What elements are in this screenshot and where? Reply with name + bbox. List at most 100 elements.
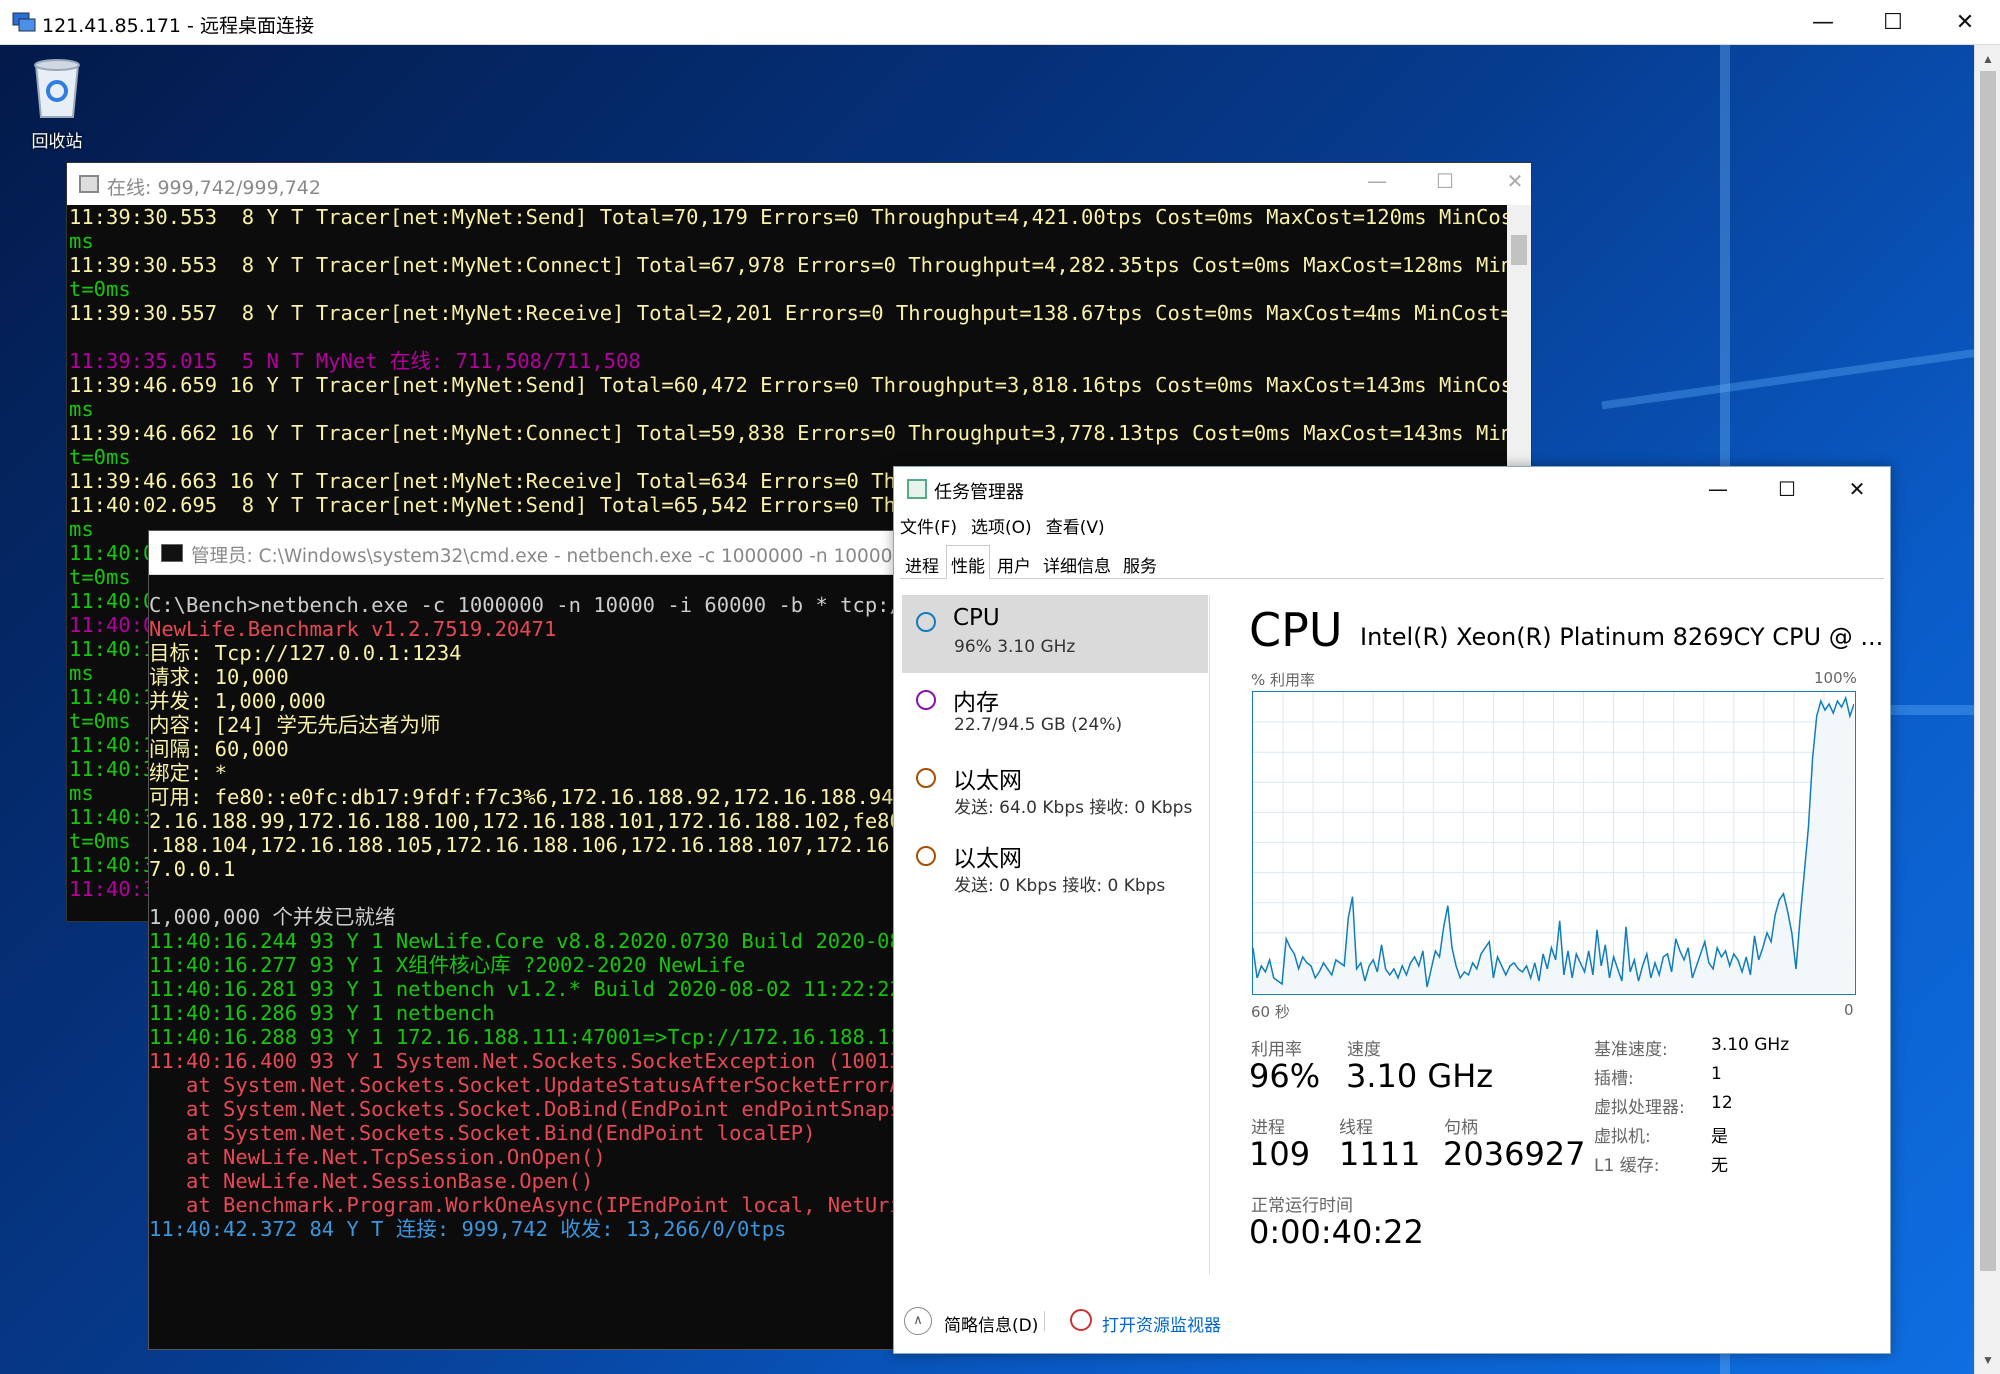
console-line: 11:39:35.015 5 N T MyNet 在线: 711,508/711… (69, 349, 641, 373)
sidebar-item-ethernet-2[interactable]: 以太网 发送: 0 Kbps 接收: 0 Kbps (902, 829, 1208, 907)
scroll-down-icon[interactable]: ▼ (1975, 1349, 2000, 1371)
chevron-up-icon[interactable]: ∧ (904, 1307, 932, 1335)
console-line: .188.104,172.16.188.105,172.16.188.106,1… (149, 833, 909, 857)
tm-close-button[interactable]: ✕ (1822, 467, 1892, 511)
recycle-bin[interactable]: 回收站 (20, 55, 94, 152)
virtual-machine-value: 是 (1711, 1127, 1728, 1147)
console-line: 1,000,000 个并发已就绪 (149, 905, 396, 929)
cmd-icon (161, 544, 183, 562)
scroll-up-icon[interactable]: ▲ (1975, 48, 2000, 70)
l1-cache-value: 无 (1711, 1156, 1728, 1176)
rdp-maximize-button[interactable]: ☐ (1858, 0, 1928, 45)
remote-desktop-icon (12, 12, 36, 32)
console-line: at System.Net.Sockets.Socket.DoBind(EndP… (149, 1097, 909, 1121)
sidebar-item-label: 内存 (953, 690, 999, 716)
scrollbar-thumb[interactable] (1980, 71, 1996, 1271)
console-line: 11:40:42.372 84 Y T 连接: 999,742 收发: 13,2… (149, 1217, 787, 1241)
console-line: 并发: 1,000,000 (149, 689, 326, 713)
tm-menubar: 文件(F) 选项(O) 查看(V) (900, 513, 1105, 543)
console-minimize-button[interactable]: — (1357, 169, 1397, 193)
console-line: 11:39:46.662 16 Y T Tracer[net:MyNet:Con… (69, 421, 1507, 445)
fewer-details-link[interactable]: 简略信息(D) (944, 1311, 1038, 1336)
console-line: at NewLife.Net.TcpSession.OnOpen() (149, 1145, 606, 1169)
tm-tabs: 进程 性能 用户 详细信息 服务 (900, 545, 1884, 579)
tab-users[interactable]: 用户 (992, 545, 1036, 578)
virtual-machine-label: 虚拟机: (1594, 1127, 1651, 1147)
rdp-scrollbar[interactable]: ▲ ▼ (1974, 45, 2000, 1374)
console-line: 目标: Tcp://127.0.0.1:1234 (149, 641, 462, 665)
cmd-titlebar: 管理员: C:\Windows\system32\cmd.exe - netbe… (149, 531, 939, 575)
tm-minimize-button[interactable]: — (1683, 467, 1753, 511)
cpu-model: Intel(R) Xeon(R) Platinum 8269CY CPU @ .… (1360, 623, 1884, 651)
console-line: 11:39:30.553 8 Y T Tracer[net:MyNet:Conn… (69, 253, 1507, 277)
console-line: 间隔: 60,000 (149, 737, 289, 761)
menu-view[interactable]: 查看(V) (1046, 513, 1105, 543)
tab-performance[interactable]: 性能 (946, 545, 990, 579)
sidebar-item-label: 以太网 (953, 846, 1022, 872)
console-line: 绑定: * (149, 761, 228, 785)
console-maximize-button[interactable]: ☐ (1425, 169, 1465, 193)
resource-monitor-icon (1070, 1309, 1092, 1331)
console-line: at Benchmark.Program.WorkOneAsync(IPEndP… (149, 1193, 909, 1217)
console-line: C:\Bench>netbench.exe -c 1000000 -n 1000… (149, 593, 909, 617)
perf-sidebar: CPU 96% 3.10 GHz 内存 22.7/94.5 GB (24%) 以… (902, 595, 1208, 907)
console-line: 内容: [24] 学无先后达者为师 (149, 713, 441, 737)
processes-value: 109 (1249, 1135, 1311, 1173)
console-line: 11:40:16.400 93 Y 1 System.Net.Sockets.S… (149, 1049, 909, 1073)
console-line: 可用: fe80::e0fc:db17:9fdf:f7c3%6,172.16.1… (149, 785, 906, 809)
menu-file[interactable]: 文件(F) (900, 513, 957, 543)
sidebar-item-label: CPU (953, 605, 1000, 631)
util-value: 96% (1249, 1057, 1321, 1095)
console-line: at System.Net.Sockets.Socket.UpdateStatu… (149, 1073, 909, 1097)
open-resource-monitor-link[interactable]: 打开资源监视器 (1102, 1311, 1221, 1336)
rdp-close-button[interactable]: ✕ (1930, 0, 2000, 45)
tm-title: 任务管理器 (934, 482, 1024, 503)
tab-services[interactable]: 服务 (1118, 545, 1162, 578)
cpu-utilization-graph (1252, 691, 1856, 995)
virtual-processors-label: 虚拟处理器: (1594, 1098, 1685, 1118)
uptime-value: 0:00:40:22 (1249, 1213, 1424, 1251)
console-line: 2.16.188.99,172.16.188.100,172.16.188.10… (149, 809, 909, 833)
tab-details[interactable]: 详细信息 (1038, 545, 1116, 578)
console-line: at System.Net.Sockets.Socket.Bind(EndPoi… (149, 1121, 816, 1145)
sidebar-item-sub: 22.7/94.5 GB (24%) (954, 715, 1123, 735)
tm-maximize-button[interactable]: ☐ (1752, 467, 1822, 511)
menu-options[interactable]: 选项(O) (971, 513, 1032, 543)
console-line: 请求: 10,000 (149, 665, 289, 689)
sockets-value: 1 (1711, 1064, 1722, 1084)
console-line: ms (69, 229, 94, 253)
task-manager-window[interactable]: 任务管理器 — ☐ ✕ 文件(F) 选项(O) 查看(V) 进程 性能 用户 详… (893, 466, 1891, 1354)
console-line: at NewLife.Net.SessionBase.Open() (149, 1169, 594, 1193)
speed-value: 3.10 GHz (1346, 1057, 1494, 1095)
cmd-window[interactable]: 管理员: C:\Windows\system32\cmd.exe - netbe… (148, 530, 939, 1351)
sidebar-item-ethernet-1[interactable]: 以太网 发送: 64.0 Kbps 接收: 0 Kbps (902, 751, 1208, 829)
rdp-titlebar: 121.41.85.171 - 远程桌面连接 — ☐ ✕ (0, 0, 2000, 45)
cpu-circle-icon (916, 612, 936, 632)
graph-y-max-label: 100% (1814, 669, 1857, 687)
memory-circle-icon (916, 690, 936, 710)
wallpaper-beam (1601, 348, 1974, 410)
scrollbar-thumb[interactable] (1511, 235, 1527, 265)
base-speed-value: 3.10 GHz (1711, 1035, 1790, 1055)
console-close-button[interactable]: ✕ (1495, 169, 1535, 193)
sidebar-item-memory[interactable]: 内存 22.7/94.5 GB (24%) (902, 673, 1208, 751)
console-line: 7.0.0.1 (149, 857, 236, 881)
ethernet-circle-icon (916, 768, 936, 788)
threads-value: 1111 (1339, 1135, 1421, 1173)
footer-separator (1044, 1311, 1045, 1331)
virtual-processors-value: 12 (1711, 1093, 1733, 1113)
console-line: 11:40:16.281 93 Y 1 netbench v1.2.* Buil… (149, 977, 902, 1001)
graph-x-right-label: 0 (1844, 1001, 1854, 1019)
graph-y-label: % 利用率 (1251, 671, 1316, 689)
cmd-output: C:\Bench>netbench.exe -c 1000000 -n 1000… (149, 575, 909, 1351)
sockets-label: 插槽: (1594, 1069, 1634, 1089)
console-line: 11:40:16.286 93 Y 1 netbench (149, 1001, 495, 1025)
rdp-minimize-button[interactable]: — (1788, 0, 1858, 45)
console-title: 在线: 999,742/999,742 (107, 177, 321, 199)
console-line: 11:40:16.288 93 Y 1 172.16.188.111:47001… (149, 1025, 909, 1049)
cmd-title: 管理员: C:\Windows\system32\cmd.exe - netbe… (191, 546, 940, 567)
tab-processes[interactable]: 进程 (900, 545, 944, 578)
sidebar-item-cpu[interactable]: CPU 96% 3.10 GHz (902, 595, 1208, 673)
